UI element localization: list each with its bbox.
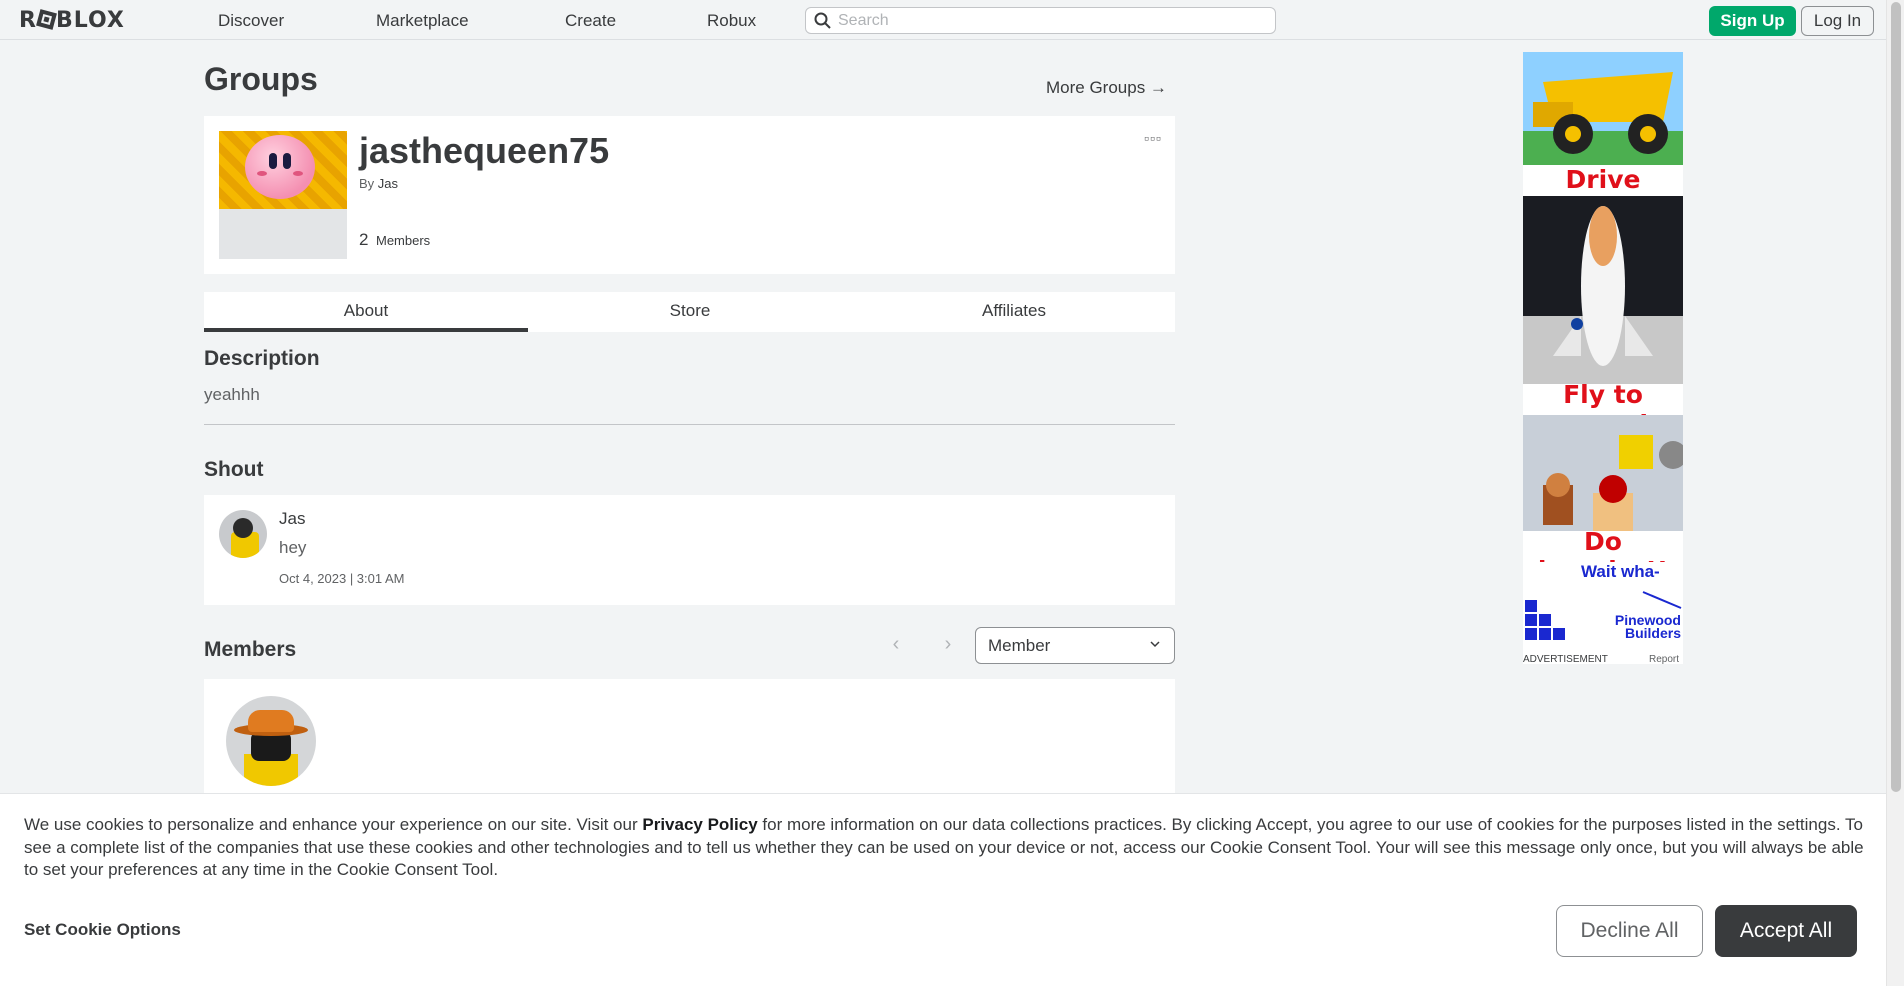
description-text: yeahhh [204, 385, 260, 404]
group-tabs: About Store Affiliates [204, 292, 1175, 332]
cookie-text-part: We use cookies to personalize and enhanc… [24, 815, 643, 834]
chevron-down-icon [1150, 641, 1160, 648]
ad-pinewood-panel: Wait wha- Pinewood Builders [1523, 562, 1683, 654]
login-button[interactable]: Log In [1801, 6, 1874, 36]
members-label: Members [376, 233, 431, 248]
nav-robux[interactable]: Robux [707, 11, 756, 31]
set-cookie-options-link[interactable]: Set Cookie Options [24, 920, 181, 940]
decline-all-button[interactable]: Decline All [1556, 905, 1703, 957]
group-owner-line: By Jas [359, 176, 398, 191]
more-groups-link[interactable]: More Groups → [1046, 78, 1167, 98]
cookie-banner: We use cookies to personalize and enhanc… [0, 793, 1886, 986]
nav-discover[interactable]: Discover [218, 11, 284, 31]
page-scrollbar[interactable] [1886, 0, 1904, 986]
group-header-card: jasthequeen75 By Jas 2 Members ▫▫▫ [204, 116, 1175, 274]
roblox-logo[interactable]: R BLOX [19, 8, 125, 33]
role-select-value: Member [988, 636, 1051, 655]
search-input[interactable] [838, 10, 1268, 32]
group-name: jasthequeen75 [359, 130, 610, 171]
shout-text: hey [279, 538, 307, 557]
ad-truck-image [1523, 52, 1683, 165]
nav-create[interactable]: Create [565, 11, 616, 31]
nav-marketplace[interactable]: Marketplace [376, 11, 469, 31]
accept-all-button[interactable]: Accept All [1715, 905, 1857, 957]
description-heading: Description [204, 347, 320, 370]
shout-card: Jas hey Oct 4, 2023 | 3:01 AM [204, 495, 1175, 605]
shout-username[interactable]: Jas [279, 509, 305, 529]
members-card [204, 679, 1175, 799]
group-emblem [219, 131, 347, 259]
member-count: 2 [359, 230, 369, 249]
avatar[interactable] [219, 510, 267, 558]
ad-label: ADVERTISEMENT [1523, 654, 1608, 665]
avatar[interactable] [226, 696, 316, 786]
ad-laundry-image [1523, 415, 1687, 531]
scrollbar-thumb[interactable] [1891, 2, 1901, 792]
section-divider [204, 424, 1175, 425]
tab-affiliates[interactable]: Affiliates [852, 292, 1176, 332]
ad-report-link[interactable]: Report [1649, 654, 1679, 665]
advertisement[interactable]: Drive beasts! Fly to space! Do laundry!!… [1523, 52, 1687, 664]
chevron-left-icon[interactable]: ‹ [886, 634, 906, 654]
page-title: Groups [204, 61, 318, 97]
search-icon[interactable] [814, 12, 831, 29]
ad-shuttle-image [1523, 196, 1683, 384]
chevron-right-icon[interactable]: › [938, 634, 958, 654]
role-select[interactable]: Member [975, 627, 1175, 664]
by-label: By [359, 176, 375, 191]
kirby-image [245, 135, 315, 199]
cookie-text: We use cookies to personalize and enhanc… [24, 814, 1864, 882]
top-nav: R BLOX Discover Marketplace Create Robux … [0, 0, 1886, 40]
ad-brand: Pinewood Builders [1614, 612, 1681, 641]
shout-heading: Shout [204, 458, 264, 481]
tab-about[interactable]: About [204, 292, 528, 332]
signup-button[interactable]: Sign Up [1709, 6, 1796, 36]
tab-store[interactable]: Store [528, 292, 852, 332]
members-heading: Members [204, 638, 297, 661]
search-box [805, 7, 1276, 34]
shout-date: Oct 4, 2023 | 3:01 AM [279, 571, 405, 586]
more-dots-icon[interactable]: ▫▫▫ [1144, 130, 1162, 146]
group-owner-link[interactable]: Jas [378, 176, 398, 191]
privacy-policy-link[interactable]: Privacy Policy [642, 815, 757, 834]
